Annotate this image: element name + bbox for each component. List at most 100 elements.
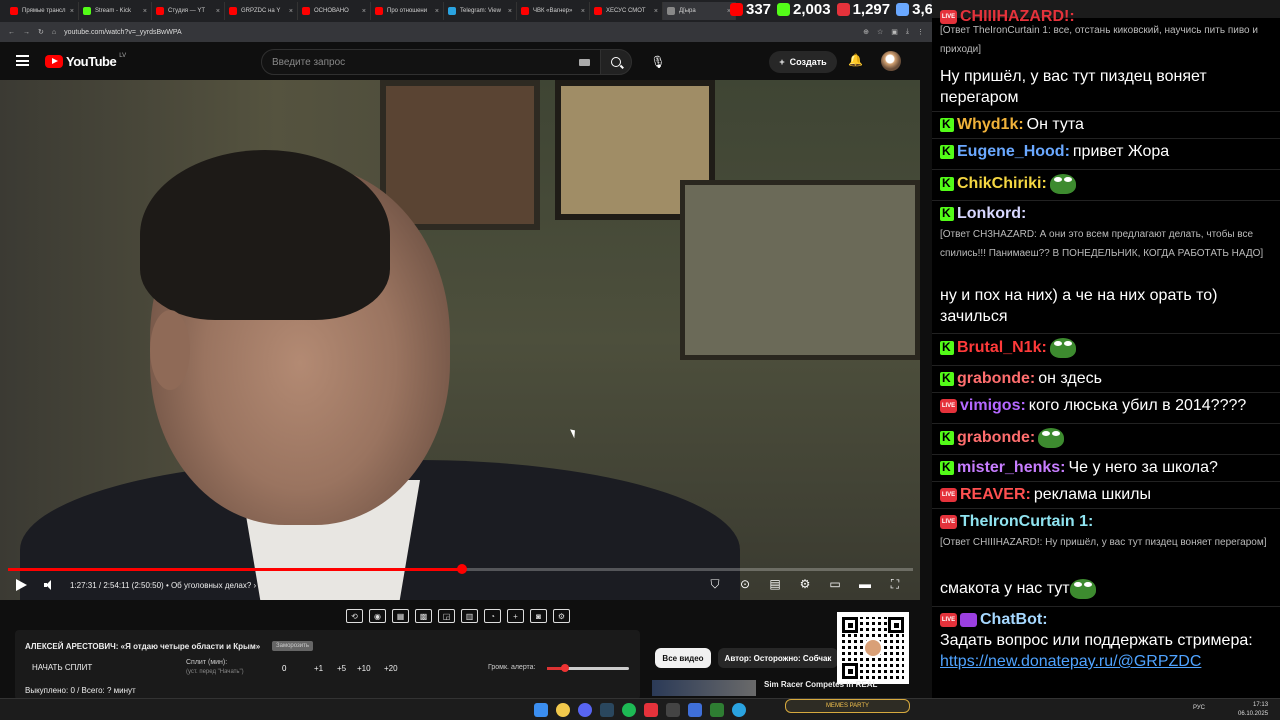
search-input[interactable]: Введите запрос xyxy=(261,49,601,75)
chapter-chevron-icon[interactable]: › xyxy=(254,581,257,590)
donate-link[interactable]: https://new.donatepay.ru/@GRPZDC xyxy=(940,653,1201,670)
increment-button[interactable]: +20 xyxy=(384,664,398,673)
tab-close-icon[interactable]: × xyxy=(654,8,658,15)
chat-nick[interactable]: grabonde: xyxy=(957,370,1035,388)
chip-author[interactable]: Автор: Осторожно: Собчак xyxy=(718,648,838,668)
chat-nick[interactable]: ChikChiriki: xyxy=(957,175,1047,193)
film-icon[interactable]: ▥ xyxy=(461,609,478,623)
clock[interactable]: 17:13 06.10.2025 xyxy=(1238,701,1268,719)
video-progress-bar[interactable] xyxy=(8,564,913,574)
theater-mode-icon[interactable]: ▬ xyxy=(856,575,874,593)
browser-tab[interactable]: Прямые трансл × xyxy=(6,2,79,20)
alert-volume-slider[interactable] xyxy=(547,664,629,672)
tab-close-icon[interactable]: × xyxy=(216,8,220,15)
tab-close-icon[interactable]: × xyxy=(70,8,74,15)
chat-nick[interactable]: grabonde: xyxy=(957,429,1035,447)
browser-tab[interactable]: Д[ыра × xyxy=(663,2,736,20)
zoom-icon[interactable]: ⊕ xyxy=(863,28,869,36)
increment-button[interactable]: +10 xyxy=(357,664,371,673)
avatar[interactable] xyxy=(881,51,901,71)
speed-icon[interactable]: ◔ xyxy=(484,609,501,623)
discord-icon[interactable] xyxy=(578,703,592,717)
tab-close-icon[interactable]: × xyxy=(508,8,512,15)
microphone-icon[interactable]: 🎙 xyxy=(646,49,670,75)
chat-nick[interactable]: Brutal_N1k: xyxy=(957,339,1047,357)
fullscreen-icon[interactable]: ⛶ xyxy=(886,575,904,593)
keyboard-icon[interactable] xyxy=(579,59,590,66)
forward-icon[interactable]: → xyxy=(23,29,30,36)
browser-tab[interactable]: ОСНОВАНО × xyxy=(298,2,371,20)
audio-icon[interactable]: ◉ xyxy=(369,609,386,623)
increment-button[interactable]: +1 xyxy=(314,664,323,673)
tab-close-icon[interactable]: × xyxy=(581,8,585,15)
browser-tab[interactable]: ЧВК «Вагнер» × xyxy=(517,2,590,20)
tab-close-icon[interactable]: × xyxy=(143,8,147,15)
chat-nick[interactable]: REAVER: xyxy=(960,486,1031,504)
recommended-video[interactable]: Sim Racer Competes in REAL xyxy=(652,680,917,696)
volume-icon[interactable] xyxy=(44,580,54,590)
app-icon[interactable] xyxy=(666,703,680,717)
home-icon[interactable]: ⌂ xyxy=(52,29,56,36)
url-text[interactable]: youtube.com/watch?v=_yyrdsBwWPA xyxy=(64,29,182,36)
clapper-icon[interactable]: ▩ xyxy=(415,609,432,623)
app-icon[interactable] xyxy=(710,703,724,717)
chip-all-videos[interactable]: Все видео xyxy=(655,648,711,668)
play-icon[interactable] xyxy=(16,579,27,591)
add-box-icon[interactable]: + xyxy=(507,609,524,623)
menu-icon[interactable] xyxy=(16,55,29,66)
split-value[interactable]: 0 xyxy=(282,664,286,673)
tab-close-icon[interactable]: × xyxy=(362,8,366,15)
chat-nick[interactable]: Whyd1k: xyxy=(957,116,1024,134)
extensions-icon[interactable]: ▣ xyxy=(891,28,898,36)
camera-icon[interactable]: ◙ xyxy=(530,609,547,623)
increment-button[interactable]: +5 xyxy=(337,664,346,673)
browser-tab[interactable]: Stream - Kick × xyxy=(79,2,152,20)
reload-icon[interactable]: ↻ xyxy=(38,28,44,36)
shield-play-icon[interactable]: ⛉ xyxy=(706,575,724,593)
back-icon[interactable]: ← xyxy=(8,29,15,36)
miniplayer-icon[interactable]: ▭ xyxy=(826,575,844,593)
tab-close-icon[interactable]: × xyxy=(289,8,293,15)
app-icon[interactable] xyxy=(644,703,658,717)
browser-tab[interactable]: GRPZDC на Y × xyxy=(225,2,298,20)
search-button[interactable] xyxy=(600,49,632,75)
browser-menu-icon[interactable]: ⋮ xyxy=(917,28,924,36)
notifications-bell-icon[interactable]: 🔔 xyxy=(848,53,863,67)
bookmark-star-icon[interactable]: ☆ xyxy=(877,28,883,36)
chat-nick[interactable]: Eugene_Hood: xyxy=(957,143,1070,161)
start-split-button[interactable]: НАЧАТЬ СПЛИТ xyxy=(32,663,92,672)
language-indicator[interactable]: РУС xyxy=(1193,705,1205,711)
steam-icon[interactable] xyxy=(600,703,614,717)
telegram-icon[interactable] xyxy=(732,703,746,717)
ext-settings-icon[interactable]: ⚙ xyxy=(553,609,570,623)
video-player[interactable] xyxy=(0,80,920,600)
chat-nick[interactable]: mister_henks: xyxy=(957,459,1066,477)
spotify-icon[interactable] xyxy=(622,703,636,717)
windows-start-icon[interactable] xyxy=(534,703,548,717)
chrome-icon[interactable] xyxy=(556,703,570,717)
chat-nick[interactable]: TheIronCurtain 1: xyxy=(960,513,1093,531)
memes-party-widget[interactable]: MEMES PARTY xyxy=(785,699,910,713)
chapter-title[interactable]: • Об уголовных делах? xyxy=(166,581,251,590)
address-bar[interactable]: ← → ↻ ⌂ youtube.com/watch?v=_yyrdsBwWPA … xyxy=(0,22,932,42)
downloads-icon[interactable]: ⤓ xyxy=(906,28,909,36)
subtitles-icon[interactable]: ▤ xyxy=(766,575,784,593)
screenshot-settings-icon[interactable]: ▦ xyxy=(392,609,409,623)
browser-tab[interactable]: Студия — YT × xyxy=(152,2,225,20)
browser-tab[interactable]: Telegram: View × xyxy=(444,2,517,20)
browser-tab[interactable]: ХЕСУС СМОТ × xyxy=(590,2,663,20)
chat-nick[interactable]: ChatBot: xyxy=(980,611,1048,629)
browser-tab[interactable]: Про отношени × xyxy=(371,2,444,20)
app-icon[interactable] xyxy=(688,703,702,717)
recommended-title[interactable]: Sim Racer Competes in REAL xyxy=(764,680,877,696)
chat-nick[interactable]: vimigos: xyxy=(960,397,1026,415)
loop-icon[interactable]: ⟲ xyxy=(346,609,363,623)
chat-nick[interactable]: Lonkord: xyxy=(957,205,1026,223)
freeze-tag[interactable]: Заморозить xyxy=(272,641,314,651)
youtube-logo[interactable]: YouTube LV xyxy=(45,53,126,69)
settings-gear-icon[interactable]: ⚙ xyxy=(796,575,814,593)
tab-close-icon[interactable]: × xyxy=(435,8,439,15)
autoplay-toggle-icon[interactable]: ⊙ xyxy=(736,575,754,593)
resize-icon[interactable]: ◲ xyxy=(438,609,455,623)
create-button[interactable]: + Создать xyxy=(769,51,837,73)
